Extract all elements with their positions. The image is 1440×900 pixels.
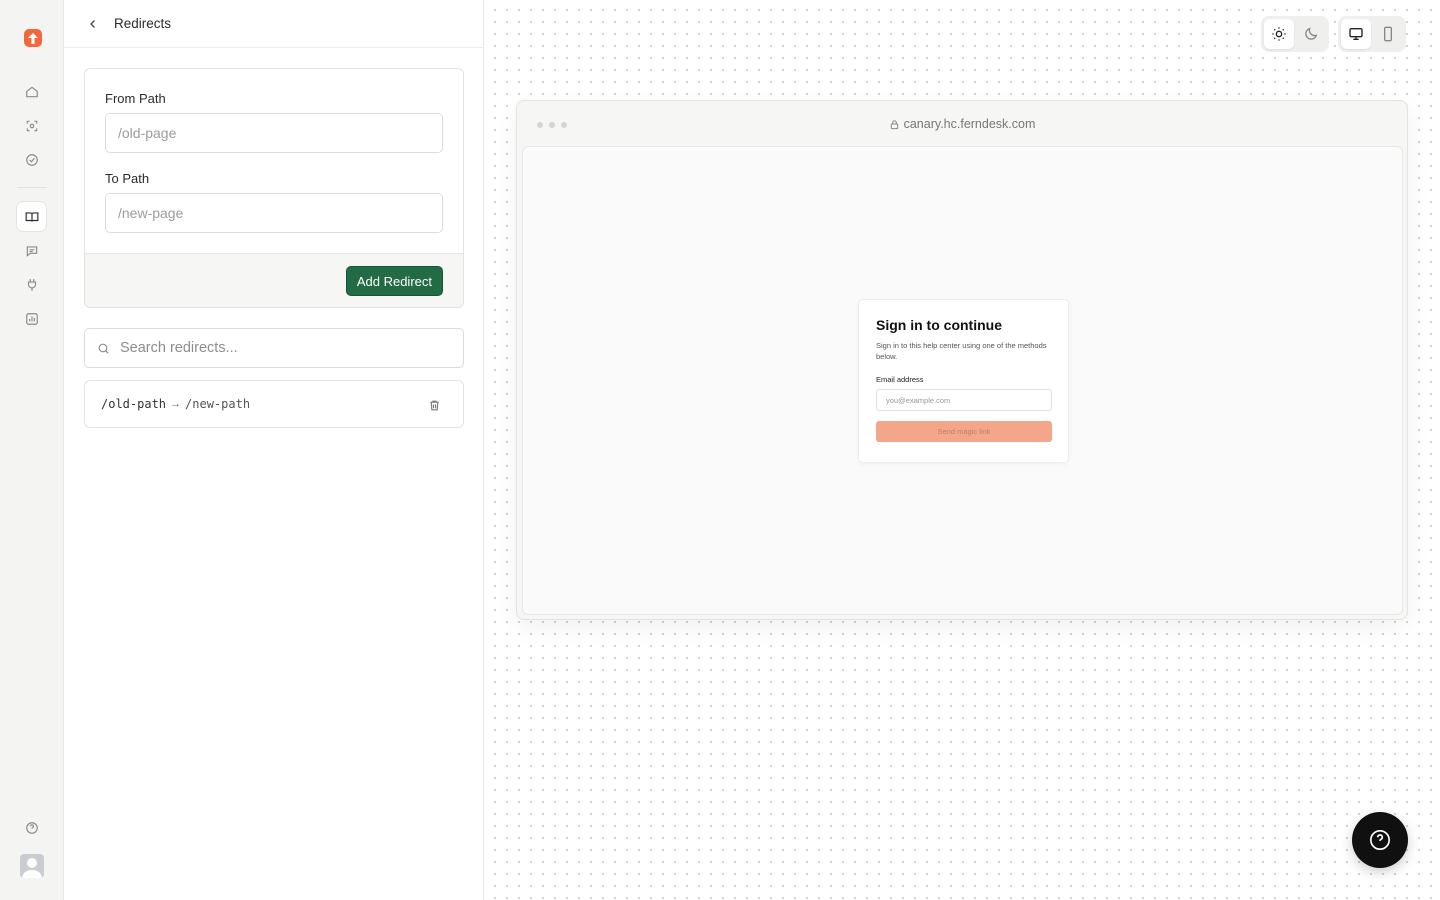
redirect-arrow: → <box>170 398 182 410</box>
help-circle-icon[interactable] <box>16 812 47 843</box>
to-path-label: To Path <box>105 171 150 186</box>
search-input[interactable] <box>120 340 440 356</box>
redirect-to: /new-path <box>185 397 251 411</box>
lock-icon <box>890 120 898 130</box>
nav-message-icon[interactable] <box>16 235 47 266</box>
url-text: canary.hc.ferndesk.com <box>903 117 1036 131</box>
theme-toggle <box>1261 16 1329 52</box>
to-path-input[interactable] <box>105 193 443 233</box>
app-rail <box>0 0 64 900</box>
rail-divider <box>17 187 47 188</box>
nav-check-circle-icon[interactable] <box>16 144 47 175</box>
nav-book-open-icon[interactable] <box>16 201 47 232</box>
signin-title: Sign in to continue <box>876 317 1002 333</box>
nav-scan-icon[interactable] <box>16 110 47 141</box>
browser-frame: canary.hc.ferndesk.com Sign in to contin… <box>516 100 1408 620</box>
email-field[interactable]: you@example.com <box>876 389 1052 411</box>
device-toggle <box>1338 16 1406 52</box>
email-label: Email address <box>876 375 924 384</box>
user-avatar[interactable] <box>20 854 44 878</box>
light-mode-sun-icon[interactable] <box>1264 19 1294 49</box>
page-title: Redirects <box>114 16 172 31</box>
add-redirect-button[interactable]: Add Redirect <box>345 266 443 296</box>
signin-subtitle: Sign in to this help center using one of… <box>876 341 1047 361</box>
signin-card: Sign in to continue Sign in to this help… <box>858 299 1069 463</box>
delete-trash-icon[interactable] <box>425 396 443 414</box>
avatar-silhouette-icon <box>22 858 42 878</box>
redirects-panel: Redirects From Path To Path Add Redirect… <box>64 0 484 900</box>
from-path-label: From Path <box>105 91 166 106</box>
redirect-list-item: /old-path → /new-path <box>84 380 464 428</box>
nav-plug-icon[interactable] <box>16 269 47 300</box>
back-chevron-icon[interactable] <box>84 15 102 33</box>
send-magic-link-button[interactable]: Send magic link <box>876 421 1052 442</box>
logo-arrow-icon <box>28 32 38 44</box>
add-redirect-form: From Path To Path Add Redirect <box>84 68 464 308</box>
redirect-from: /old-path <box>101 397 167 411</box>
ferndesk-logo[interactable] <box>24 29 42 47</box>
preview-canvas: canary.hc.ferndesk.com Sign in to contin… <box>485 0 1440 900</box>
dark-mode-moon-icon[interactable] <box>1296 19 1326 49</box>
nav-chart-icon[interactable] <box>16 303 47 334</box>
from-path-input[interactable] <box>105 113 443 153</box>
url-bar: canary.hc.ferndesk.com <box>517 117 1407 131</box>
nav-home-icon[interactable] <box>16 76 47 107</box>
search-icon <box>98 343 109 354</box>
help-question-icon[interactable] <box>1352 812 1408 868</box>
email-placeholder: you@example.com <box>886 395 951 405</box>
panel-header: Redirects <box>64 0 483 48</box>
mobile-phone-icon[interactable] <box>1373 19 1403 49</box>
form-footer: Add Redirect <box>85 253 463 307</box>
browser-viewport: Sign in to continue Sign in to this help… <box>522 146 1403 615</box>
search-redirects[interactable] <box>84 328 464 368</box>
desktop-monitor-icon[interactable] <box>1341 19 1371 49</box>
